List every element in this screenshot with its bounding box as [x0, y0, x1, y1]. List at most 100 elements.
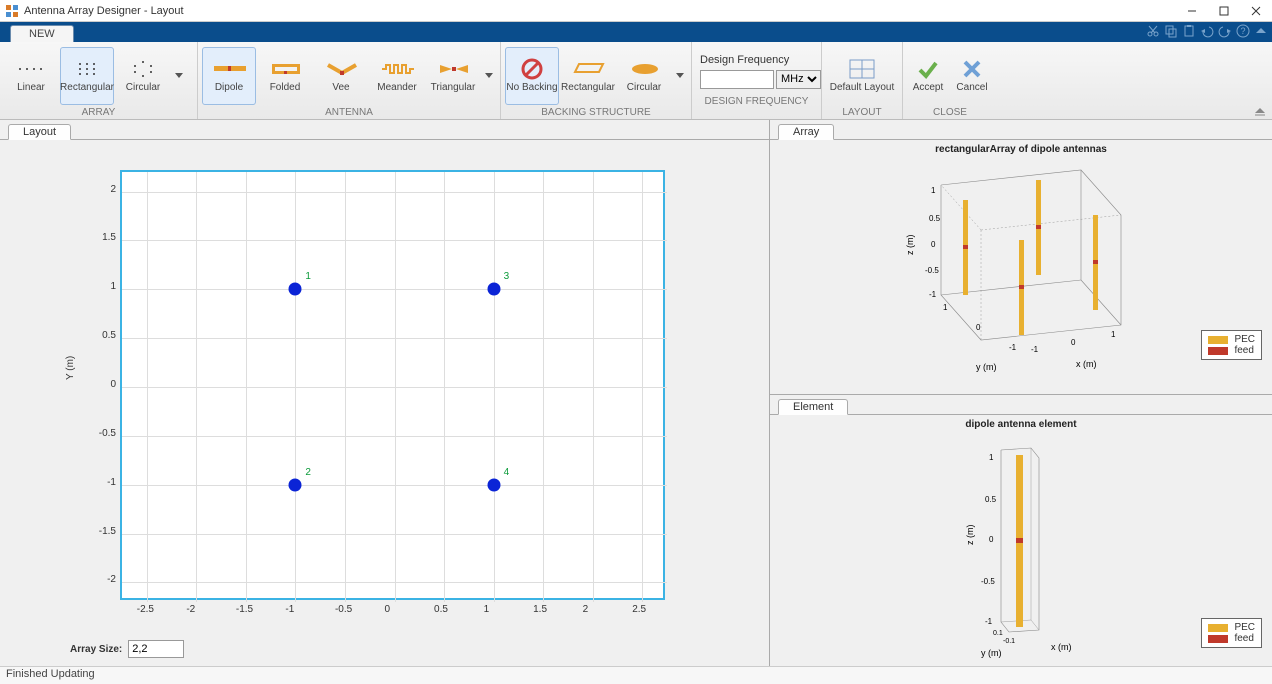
antenna-folded-label: Folded [270, 82, 301, 93]
status-text: Finished Updating [6, 668, 95, 680]
group-backing-label: BACKING STRUCTURE [505, 106, 687, 119]
element-3d-view[interactable]: z (m) 10.50-0.5-1 y (m) 0.1-0.1 x (m) [921, 430, 1121, 660]
antenna-meander-label: Meander [377, 82, 416, 93]
array-size-label: Array Size: [70, 644, 122, 655]
group-layout: Default Layout LAYOUT [822, 42, 903, 119]
backing-rectangular-label: Rectangular [561, 82, 615, 93]
cancel-button[interactable]: Cancel [951, 47, 993, 105]
antenna-dipole-button[interactable]: Dipole [202, 47, 256, 105]
svg-text:y (m): y (m) [981, 648, 1002, 658]
antenna-dropdown[interactable] [482, 47, 496, 105]
svg-text:1: 1 [943, 303, 948, 312]
frequency-unit-select[interactable]: MHz [776, 70, 821, 89]
layout-element-label: 4 [504, 467, 510, 478]
tab-element[interactable]: Element [778, 399, 848, 415]
backing-dropdown[interactable] [673, 47, 687, 105]
workspace: Layout 1234 Y (m) -2.5-2-1.5-1-0.500.511… [0, 120, 1272, 666]
maximize-button[interactable] [1208, 0, 1240, 22]
array-panel: Array rectangularArray of dipole antenna… [770, 120, 1272, 395]
vee-icon [324, 59, 358, 79]
help-icon[interactable]: ? [1236, 24, 1250, 38]
svg-text:1: 1 [1111, 330, 1116, 339]
frequency-title: Design Frequency [700, 54, 813, 66]
rect-backing-icon [571, 59, 605, 79]
antenna-vee-label: Vee [332, 82, 349, 93]
group-close: Accept Cancel CLOSE [903, 42, 997, 119]
layout-panel: Layout 1234 Y (m) -2.5-2-1.5-1-0.500.511… [0, 120, 770, 666]
close-button[interactable] [1240, 0, 1272, 22]
group-frequency-label: DESIGN FREQUENCY [700, 95, 813, 108]
tab-layout[interactable]: Layout [8, 124, 71, 140]
copy-icon[interactable] [1164, 24, 1178, 38]
group-layout-label: LAYOUT [826, 106, 898, 119]
nobacking-icon [515, 59, 549, 79]
minimize-ribbon-icon[interactable] [1254, 24, 1268, 38]
default-layout-label: Default Layout [830, 82, 895, 93]
right-column: Array rectangularArray of dipole antenna… [770, 120, 1272, 666]
antenna-meander-button[interactable]: Meander [370, 47, 424, 105]
svg-text:?: ? [1240, 26, 1245, 36]
array-3d-view[interactable]: z (m) 10.50-0.5-1 y (m) 10-1 x (m) -101 [881, 155, 1161, 375]
tab-array[interactable]: Array [778, 124, 834, 140]
layout-element-point[interactable] [289, 283, 302, 296]
quick-access: ? [1146, 24, 1268, 38]
layout-element-point[interactable] [487, 478, 500, 491]
accept-button[interactable]: Accept [907, 47, 949, 105]
element-panel: Element dipole antenna element z (m) 10.… [770, 395, 1272, 666]
circular-array-icon [126, 59, 160, 79]
redo-icon[interactable] [1218, 24, 1232, 38]
linear-array-icon [14, 59, 48, 79]
array-linear-button[interactable]: Linear [4, 47, 58, 105]
antenna-folded-button[interactable]: Folded [258, 47, 312, 105]
app-icon [4, 3, 20, 19]
layout-element-point[interactable] [289, 478, 302, 491]
svg-text:1: 1 [989, 453, 994, 462]
frequency-input[interactable] [700, 70, 774, 89]
svg-text:-0.1: -0.1 [1003, 638, 1015, 645]
antenna-vee-button[interactable]: Vee [314, 47, 368, 105]
paste-icon[interactable] [1182, 24, 1196, 38]
layout-plot[interactable]: 1234 Y (m) -2.5-2-1.5-1-0.500.511.522.5-… [0, 140, 769, 666]
default-layout-button[interactable]: Default Layout [826, 47, 898, 105]
group-frequency: Design Frequency MHz DESIGN FREQUENCY [692, 42, 822, 119]
dipole-icon [212, 59, 246, 79]
antenna-triangular-button[interactable]: Triangular [426, 47, 480, 105]
group-array: Linear Rectangular Circular ARRAY [0, 42, 198, 119]
minimize-button[interactable] [1176, 0, 1208, 22]
svg-text:y (m): y (m) [976, 362, 997, 372]
svg-text:0.5: 0.5 [929, 214, 941, 223]
array-rectangular-button[interactable]: Rectangular [60, 47, 114, 105]
svg-text:0: 0 [1071, 338, 1076, 347]
element-legend: PEC feed [1201, 618, 1262, 648]
triangular-icon [436, 59, 470, 79]
svg-text:z (m): z (m) [905, 235, 915, 256]
expand-ribbon-icon[interactable] [1254, 105, 1266, 117]
undo-icon[interactable] [1200, 24, 1214, 38]
backing-none-label: No Backing [506, 82, 557, 93]
svg-text:z (m): z (m) [965, 525, 975, 546]
backing-rectangular-button[interactable]: Rectangular [561, 47, 615, 105]
check-icon [911, 59, 945, 79]
group-close-label: CLOSE [907, 106, 993, 119]
backing-circular-button[interactable]: Circular [617, 47, 671, 105]
svg-text:0.1: 0.1 [993, 630, 1003, 637]
svg-text:1: 1 [931, 186, 936, 195]
statusbar: Finished Updating [0, 666, 1272, 684]
svg-text:-1: -1 [1031, 345, 1039, 354]
backing-circular-label: Circular [627, 82, 661, 93]
layout-element-point[interactable] [487, 283, 500, 296]
group-antenna: Dipole Folded Vee Meander Triangular ANT… [198, 42, 501, 119]
antenna-triangular-label: Triangular [431, 82, 476, 93]
antenna-dipole-label: Dipole [215, 82, 243, 93]
svg-text:-1: -1 [985, 617, 993, 626]
x-icon [955, 59, 989, 79]
array-dropdown[interactable] [172, 47, 186, 105]
layout-element-label: 1 [305, 271, 311, 282]
tab-new[interactable]: NEW [10, 25, 74, 42]
cut-icon[interactable] [1146, 24, 1160, 38]
svg-text:-0.5: -0.5 [981, 577, 995, 586]
array-circular-button[interactable]: Circular [116, 47, 170, 105]
backing-none-button[interactable]: No Backing [505, 47, 559, 105]
array-size-row: Array Size: [70, 640, 184, 658]
array-size-input[interactable] [128, 640, 184, 658]
